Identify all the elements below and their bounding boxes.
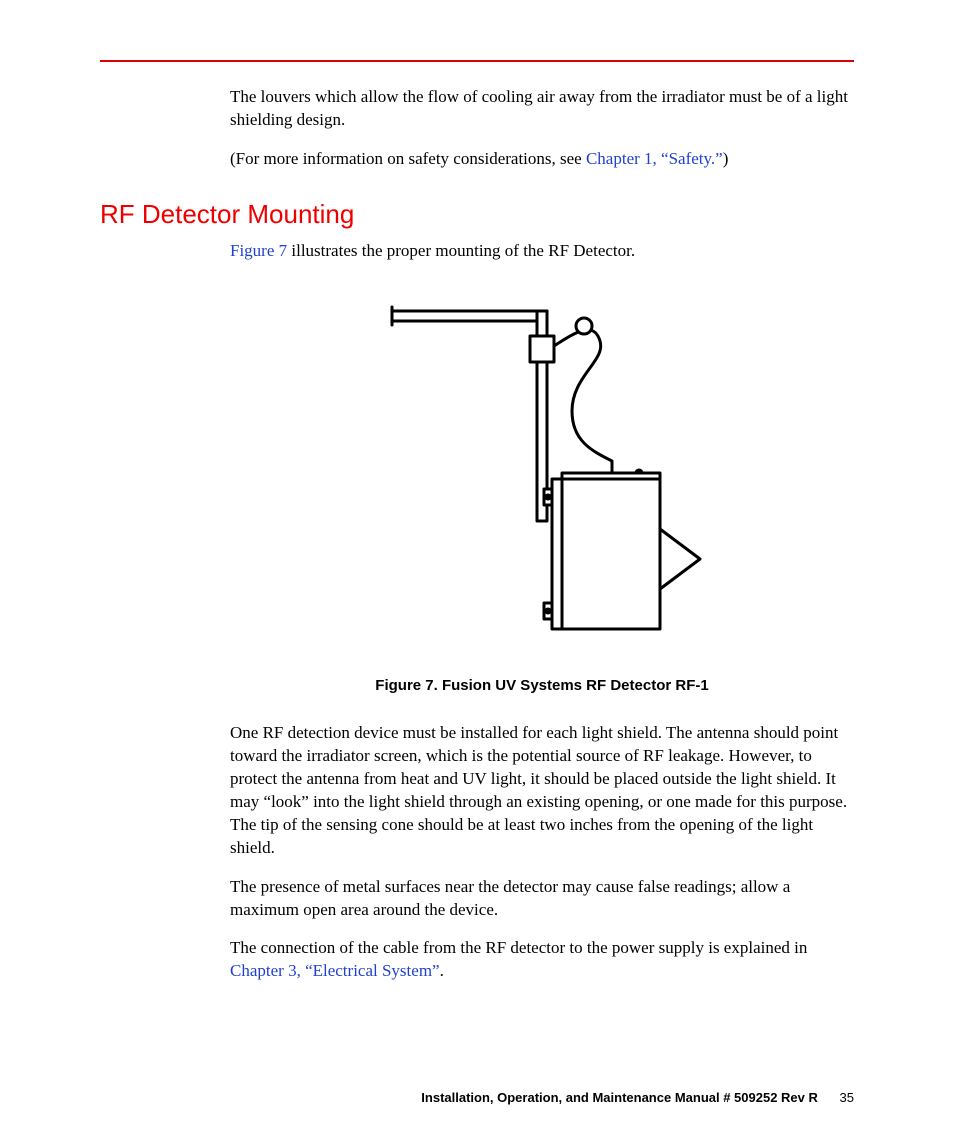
header-rule xyxy=(100,60,854,62)
paragraph-figure-intro: Figure 7 illustrates the proper mounting… xyxy=(230,240,854,263)
text: (For more information on safety consider… xyxy=(230,149,586,168)
xref-chapter1-safety[interactable]: Chapter 1, “Safety.” xyxy=(586,149,723,168)
text: ) xyxy=(723,149,729,168)
body-column: Figure 7 illustrates the proper mounting… xyxy=(230,240,854,984)
paragraph-louvers: The louvers which allow the flow of cool… xyxy=(230,86,854,132)
text: The connection of the cable from the RF … xyxy=(230,938,807,957)
rf-detector-illustration xyxy=(362,291,722,651)
heading-rf-detector-mounting: RF Detector Mounting xyxy=(100,199,854,230)
paragraph-metal-surfaces: The presence of metal surfaces near the … xyxy=(230,876,854,922)
footer-manual-title: Installation, Operation, and Maintenance… xyxy=(421,1090,818,1105)
figure-7 xyxy=(230,291,854,658)
page-footer: Installation, Operation, and Maintenance… xyxy=(421,1090,854,1105)
text: . xyxy=(440,961,444,980)
paragraph-safety-xref: (For more information on safety consider… xyxy=(230,148,854,171)
footer-page-number: 35 xyxy=(840,1090,854,1105)
body-column: The louvers which allow the flow of cool… xyxy=(230,86,854,171)
paragraph-cable-connection: The connection of the cable from the RF … xyxy=(230,937,854,983)
paragraph-one-rf-device: One RF detection device must be installe… xyxy=(230,722,854,860)
page: The louvers which allow the flow of cool… xyxy=(0,0,954,1145)
text: illustrates the proper mounting of the R… xyxy=(287,241,635,260)
figure-7-caption: Figure 7. Fusion UV Systems RF Detector … xyxy=(230,676,854,696)
xref-chapter3-electrical[interactable]: Chapter 3, “Electrical System” xyxy=(230,961,440,980)
xref-figure-7[interactable]: Figure 7 xyxy=(230,241,287,260)
